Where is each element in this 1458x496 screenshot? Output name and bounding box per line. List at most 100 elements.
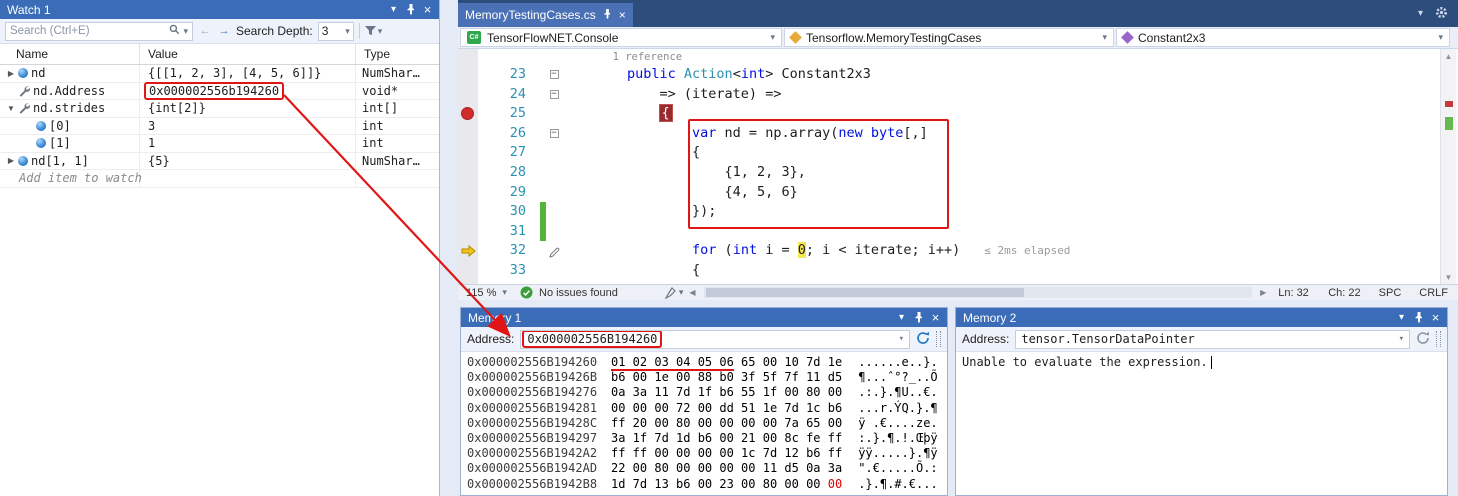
project-dropdown[interactable]: C# TensorFlowNET.Console ▾: [460, 28, 782, 47]
window-menu-chevron-icon[interactable]: ▾: [385, 2, 402, 18]
code-area[interactable]: 1 reference23−public Action<int> Constan…: [458, 49, 1458, 284]
watch-row[interactable]: ▶nd{[[1, 2, 3], [4, 5, 6]]}NumShar…: [0, 65, 439, 83]
code-line[interactable]: 23−public Action<int> Constant2x3: [478, 65, 1458, 85]
collapse-arrow-icon[interactable]: ▼: [4, 104, 18, 113]
search-icon[interactable]: [169, 24, 180, 38]
memory1-titlebar[interactable]: Memory 1 ▾ ×: [461, 308, 947, 327]
watch-row[interactable]: ▼nd.strides{int[2]}int[]: [0, 100, 439, 118]
scroll-down-icon[interactable]: ▼: [1445, 270, 1453, 284]
code-line[interactable]: 29{4, 5, 6}: [478, 183, 1458, 203]
search-options-chevron-icon[interactable]: ▾: [183, 26, 188, 37]
expand-arrow-icon[interactable]: ▶: [4, 156, 18, 165]
memory-row[interactable]: 0x000002556B1942AD22 00 80 00 00 00 00 1…: [467, 461, 947, 476]
close-icon[interactable]: ×: [1427, 310, 1444, 326]
watch-row[interactable]: Add item to watch: [0, 170, 439, 188]
code-line[interactable]: 30});: [478, 202, 1458, 222]
code-line[interactable]: 31: [478, 222, 1458, 242]
status-line-ending[interactable]: CRLF: [1413, 287, 1454, 299]
watch-value-cell[interactable]: 1: [140, 135, 356, 152]
watch-value-cell[interactable]: {int[2]}: [140, 100, 356, 117]
refresh-icon[interactable]: [916, 331, 930, 348]
status-column[interactable]: Ch: 22: [1322, 287, 1366, 299]
watch-titlebar[interactable]: Watch 1 ▾ ×: [0, 0, 439, 19]
chevron-down-icon[interactable]: ▾: [1418, 8, 1423, 19]
close-icon[interactable]: ×: [419, 2, 436, 18]
memory-row[interactable]: 0x000002556B19428100 00 00 72 00 dd 51 1…: [467, 401, 947, 416]
watch-value-cell[interactable]: 0x000002556b194260: [140, 83, 356, 100]
scroll-up-icon[interactable]: ▲: [1445, 49, 1453, 63]
scrollbar-thumb[interactable]: [706, 288, 1024, 297]
status-line[interactable]: Ln: 32: [1272, 287, 1316, 299]
member-dropdown[interactable]: Constant2x3 ▾: [1116, 28, 1450, 47]
outline-collapse-icon[interactable]: −: [550, 90, 559, 99]
memory2-address-value[interactable]: tensor.TensorDataPointer: [1021, 332, 1194, 346]
watch-row[interactable]: nd.Address0x000002556b194260void*: [0, 83, 439, 101]
search-back-icon[interactable]: ←: [198, 25, 212, 37]
memory1-address-combo[interactable]: 0x000002556B194260 ▾: [520, 330, 910, 349]
gear-icon[interactable]: [1435, 6, 1448, 22]
code-line[interactable]: 32for (int i = 0; i < iterate; i++)≤ 2ms…: [478, 241, 1458, 261]
code-line[interactable]: 27{: [478, 143, 1458, 163]
memory-row[interactable]: 0x000002556B1942760a 3a 11 7d 1f b6 55 1…: [467, 385, 947, 400]
tab-pin-icon[interactable]: [603, 8, 612, 22]
column-header-type[interactable]: Type: [356, 44, 439, 64]
outline-collapse-icon[interactable]: −: [550, 70, 559, 79]
code-line[interactable]: 24−=> (iterate) =>: [478, 85, 1458, 105]
expand-arrow-icon[interactable]: ▶: [4, 69, 18, 78]
watch-value-cell[interactable]: 3: [140, 118, 356, 135]
toolbar-overflow-grip[interactable]: [936, 331, 941, 347]
search-forward-icon[interactable]: →: [217, 25, 231, 37]
chevron-down-icon[interactable]: ▾: [899, 334, 904, 344]
pin-icon[interactable]: [1410, 310, 1427, 326]
code-line[interactable]: 33{: [478, 261, 1458, 281]
watch-value-cell[interactable]: {5}: [140, 153, 356, 170]
memory-row[interactable]: 0x000002556B19428Cff 20 00 80 00 00 00 0…: [467, 416, 947, 431]
window-menu-chevron-icon[interactable]: ▾: [893, 310, 910, 326]
code-line[interactable]: 26−var nd = np.array(new byte[,]: [478, 124, 1458, 144]
watch-row[interactable]: [1]1int: [0, 135, 439, 153]
breakpoint-icon[interactable]: [461, 107, 474, 120]
search-input[interactable]: ▾: [5, 22, 193, 41]
filter-icon[interactable]: ▾: [365, 26, 383, 37]
watch-row[interactable]: [0]3int: [0, 118, 439, 136]
memory2-address-combo[interactable]: tensor.TensorDataPointer ▾: [1015, 330, 1410, 349]
chevron-down-icon[interactable]: ▾: [1399, 334, 1404, 344]
memory1-address-value[interactable]: 0x000002556B194260: [522, 330, 662, 348]
zoom-control[interactable]: 115 % ▾: [462, 287, 514, 299]
memory-row[interactable]: 0x000002556B1942B81d 7d 13 b6 00 23 00 8…: [467, 477, 947, 492]
hscroll-left-icon[interactable]: ◀: [689, 288, 695, 297]
search-field[interactable]: [10, 25, 166, 37]
memory-row[interactable]: 0x000002556B1942973a 1f 7d 1d b6 00 21 0…: [467, 431, 947, 446]
column-header-name[interactable]: Name: [0, 44, 140, 64]
vertical-scrollbar[interactable]: ▲ ▼: [1440, 49, 1456, 284]
refresh-icon[interactable]: [1416, 331, 1430, 348]
memory2-content[interactable]: Unable to evaluate the expression.: [956, 352, 1447, 369]
code-line[interactable]: 25{: [478, 104, 1458, 124]
outline-collapse-icon[interactable]: −: [550, 129, 559, 138]
code-cleanup-icon[interactable]: ▾: [664, 287, 684, 299]
memory1-content[interactable]: 0x000002556B19426001 02 03 04 05 06 65 0…: [461, 352, 947, 492]
code-line[interactable]: 28{1, 2, 3},: [478, 163, 1458, 183]
memory2-titlebar[interactable]: Memory 2 ▾ ×: [956, 308, 1447, 327]
column-header-value[interactable]: Value: [140, 44, 356, 64]
tab-close-icon[interactable]: ×: [619, 8, 626, 22]
search-depth-combo[interactable]: 3 ▾: [318, 22, 354, 41]
breakpoint-margin[interactable]: [458, 49, 478, 284]
pin-icon[interactable]: [402, 2, 419, 18]
status-spaces[interactable]: SPC: [1373, 287, 1408, 299]
toolbar-overflow-grip[interactable]: [1436, 331, 1441, 347]
pin-icon[interactable]: [910, 310, 927, 326]
memory-row[interactable]: 0x000002556B19426Bb6 00 1e 00 88 b0 3f 5…: [467, 370, 947, 385]
code-line[interactable]: 1 reference: [478, 49, 1458, 65]
horizontal-scrollbar[interactable]: [704, 287, 1252, 298]
close-icon[interactable]: ×: [927, 310, 944, 326]
document-tab[interactable]: MemoryTestingCases.cs ×: [458, 3, 633, 27]
watch-row[interactable]: ▶nd[1, 1]{5}NumShar…: [0, 153, 439, 171]
watch-value-cell[interactable]: {[[1, 2, 3], [4, 5, 6]]}: [140, 65, 356, 82]
window-menu-chevron-icon[interactable]: ▾: [1393, 310, 1410, 326]
memory-row[interactable]: 0x000002556B19426001 02 03 04 05 06 65 0…: [467, 355, 947, 370]
memory-row[interactable]: 0x000002556B1942A2ff ff 00 00 00 00 1c 7…: [467, 446, 947, 461]
class-dropdown[interactable]: Tensorflow.MemoryTestingCases ▾: [784, 28, 1114, 47]
hscroll-right-icon[interactable]: ▶: [1260, 288, 1266, 297]
health-check-icon[interactable]: [520, 286, 533, 299]
